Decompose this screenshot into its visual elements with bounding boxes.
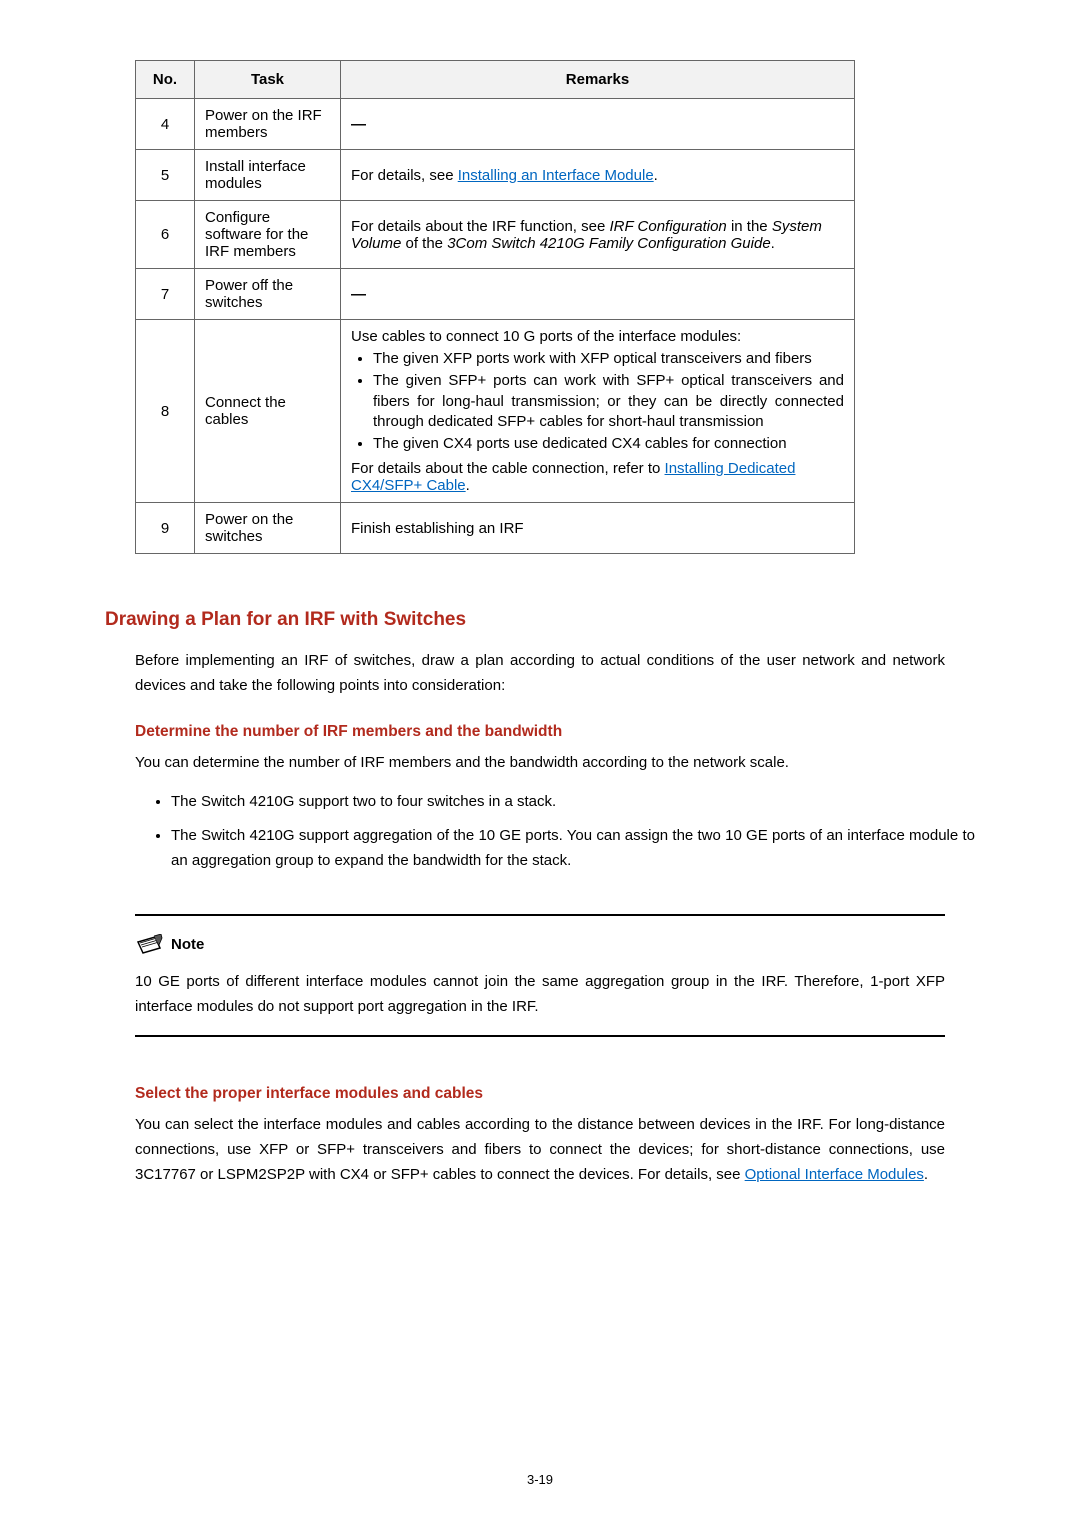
cell-no: 4	[136, 99, 195, 150]
txt: .	[771, 235, 775, 252]
remarks-tail: For details about the cable connection, …	[351, 460, 844, 494]
txt: in the	[727, 218, 772, 235]
cell-no: 8	[136, 320, 195, 503]
table-row: 9 Power on the switches Finish establish…	[136, 503, 855, 554]
note-icon	[135, 934, 163, 956]
table-row: 8 Connect the cables Use cables to conne…	[136, 320, 855, 503]
link-optional-interface-modules[interactable]: Optional Interface Modules	[745, 1166, 924, 1183]
remarks-list: The given XFP ports work with XFP optica…	[351, 349, 844, 454]
table-row: 7 Power off the switches —	[136, 269, 855, 320]
note-label: Note	[171, 936, 204, 953]
page-number: 3-19	[0, 1472, 1080, 1487]
paragraph: You can determine the number of IRF memb…	[135, 751, 945, 776]
txt: For details about the cable connection, …	[351, 460, 665, 477]
txt: of the	[401, 235, 447, 252]
remarks-text: For details, see	[351, 167, 458, 184]
paragraph: Before implementing an IRF of switches, …	[135, 649, 945, 699]
heading-determine-number: Determine the number of IRF members and …	[135, 723, 975, 741]
col-no: No.	[136, 61, 195, 99]
link-installing-interface-module[interactable]: Installing an Interface Module	[458, 167, 654, 184]
cell-no: 5	[136, 150, 195, 201]
cell-remarks: Use cables to connect 10 G ports of the …	[341, 320, 855, 503]
remarks-suffix: .	[654, 167, 658, 184]
txt-italic: IRF Configuration	[609, 218, 726, 235]
txt: .	[466, 477, 470, 494]
cell-remarks: Finish establishing an IRF	[341, 503, 855, 554]
txt: For details about the IRF function, see	[351, 218, 609, 235]
list-item: The given CX4 ports use dedicated CX4 ca…	[373, 434, 844, 454]
list-item: The given SFP+ ports can work with SFP+ …	[373, 371, 844, 432]
cell-remarks: For details, see Installing an Interface…	[341, 150, 855, 201]
col-remarks: Remarks	[341, 61, 855, 99]
txt-italic: 3Com Switch 4210G Family Configuration G…	[447, 235, 770, 252]
cell-task: Install interface modules	[195, 150, 341, 201]
list-item: The given XFP ports work with XFP optica…	[373, 349, 844, 369]
cell-remarks: —	[351, 116, 366, 133]
body-list: The Switch 4210G support two to four swi…	[153, 790, 975, 874]
cell-task: Power on the switches	[195, 503, 341, 554]
txt: .	[924, 1166, 928, 1183]
cell-task: Configure software for the IRF members	[195, 201, 341, 269]
table-row: 5 Install interface modules For details,…	[136, 150, 855, 201]
cell-task: Power on the IRF members	[195, 99, 341, 150]
remarks-intro: Use cables to connect 10 G ports of the …	[351, 328, 844, 345]
list-item: The Switch 4210G support two to four swi…	[171, 790, 975, 815]
note-body: 10 GE ports of different interface modul…	[135, 970, 945, 1020]
cell-remarks: For details about the IRF function, see …	[341, 201, 855, 269]
cell-no: 7	[136, 269, 195, 320]
heading-drawing-plan: Drawing a Plan for an IRF with Switches	[105, 609, 975, 631]
cell-no: 9	[136, 503, 195, 554]
cell-remarks: —	[351, 286, 366, 303]
list-item: The Switch 4210G support aggregation of …	[171, 824, 975, 874]
table-row: 4 Power on the IRF members —	[136, 99, 855, 150]
cell-task: Connect the cables	[195, 320, 341, 503]
cell-no: 6	[136, 201, 195, 269]
heading-select-modules: Select the proper interface modules and …	[135, 1085, 975, 1103]
irf-steps-table: No. Task Remarks 4 Power on the IRF memb…	[135, 60, 855, 554]
col-task: Task	[195, 61, 341, 99]
cell-task: Power off the switches	[195, 269, 341, 320]
note-box: Note 10 GE ports of different interface …	[135, 914, 945, 1038]
paragraph: You can select the interface modules and…	[135, 1113, 945, 1187]
table-row: 6 Configure software for the IRF members…	[136, 201, 855, 269]
